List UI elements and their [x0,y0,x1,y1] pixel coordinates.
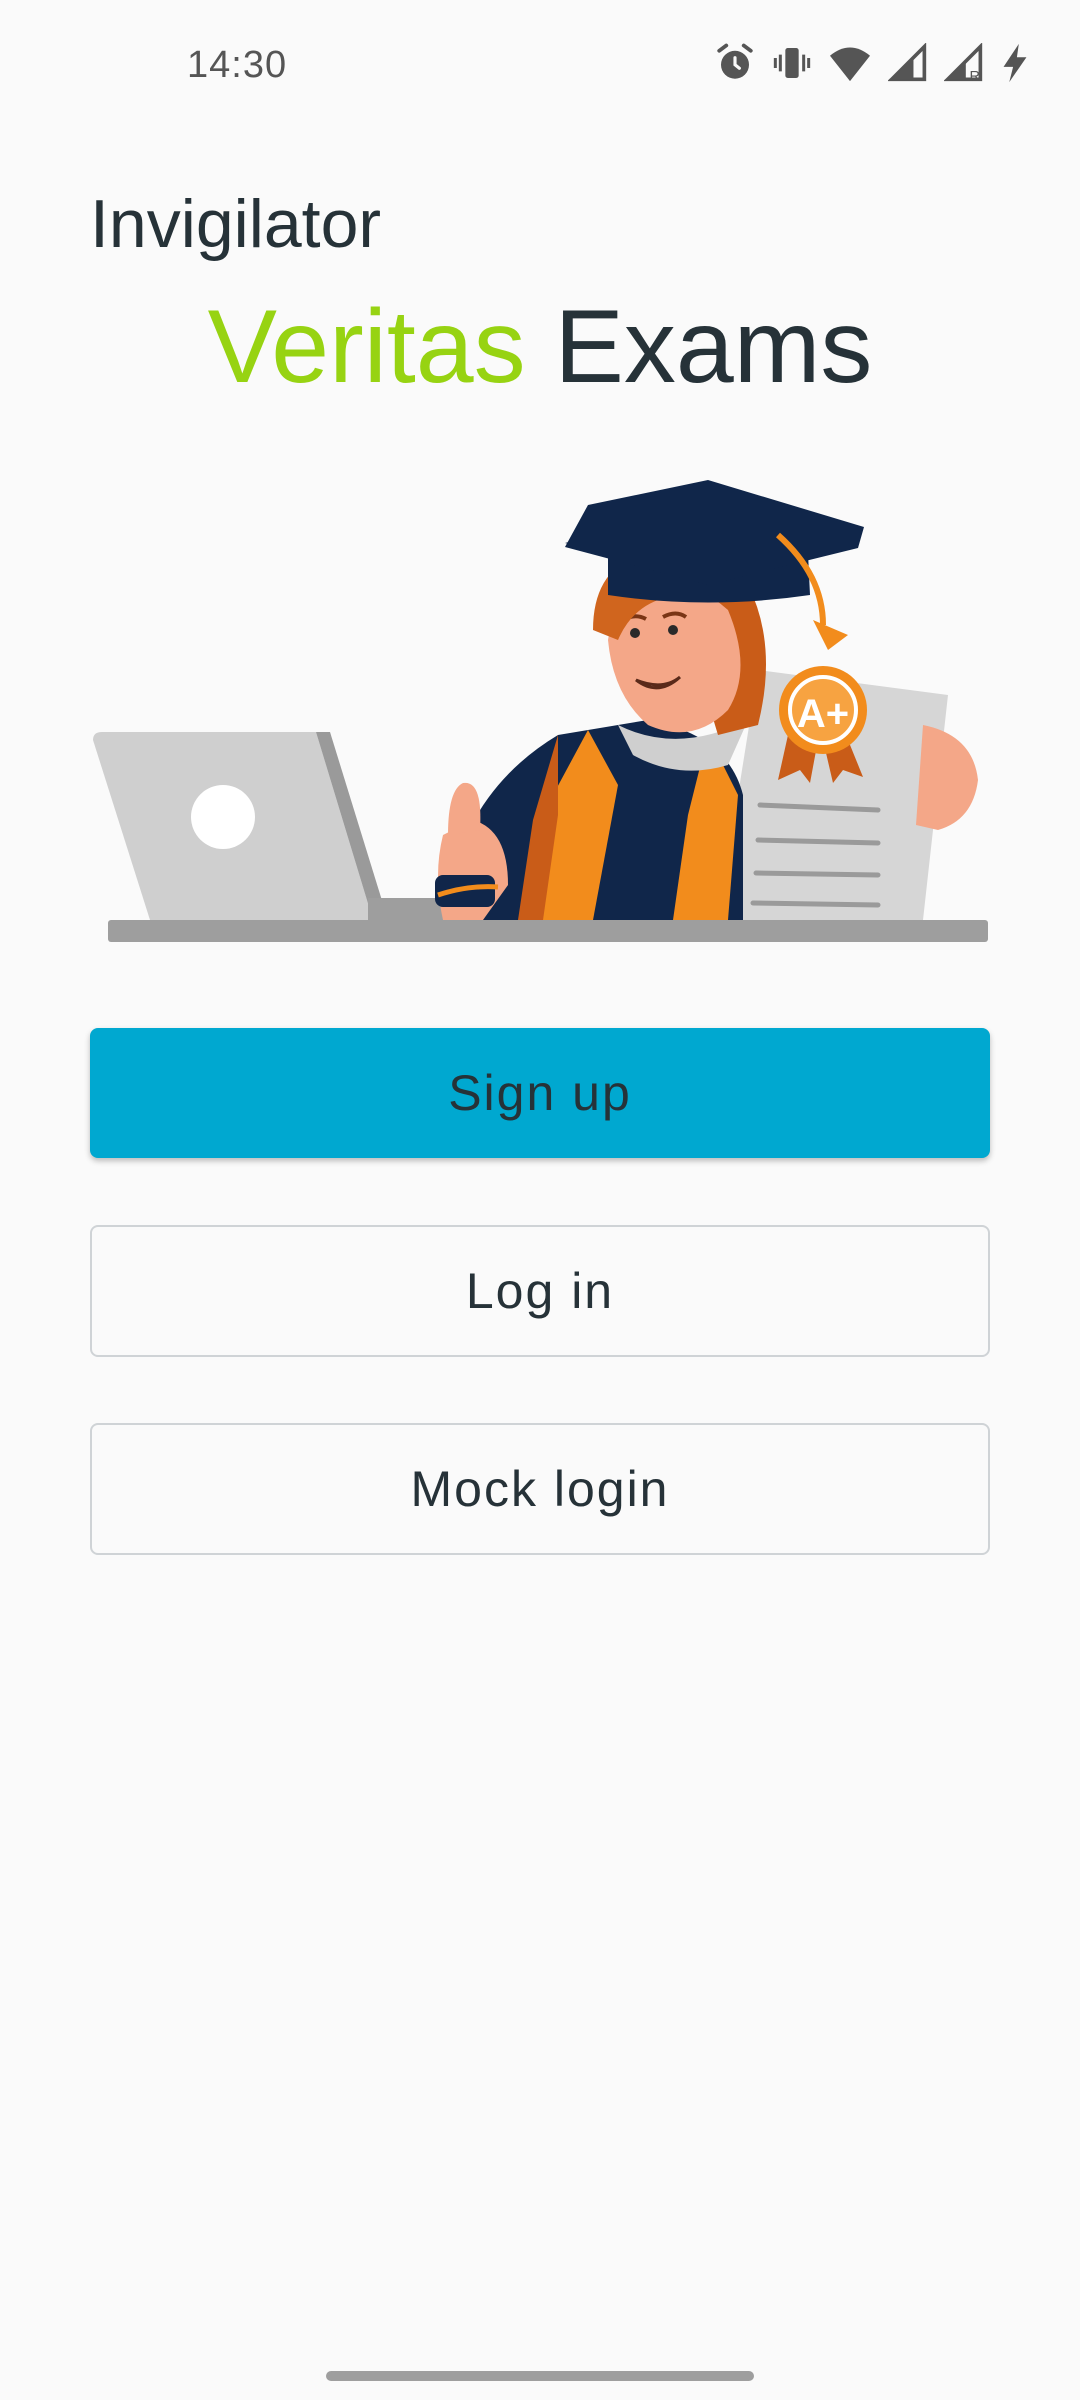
sign-up-button[interactable]: Sign up [90,1028,990,1158]
status-bar: 14:30 R [0,0,1080,135]
svg-text:R: R [969,69,980,83]
signal-roaming-icon: R [944,43,983,83]
app-title-rest: Exams [554,289,873,405]
signal-icon [888,43,927,82]
navigation-handle[interactable] [326,2371,754,2381]
holding-hand [916,725,978,830]
grade-badge-text: A+ [797,692,849,736]
wifi-icon [830,47,870,82]
mock-login-button[interactable]: Mock login [90,1423,990,1555]
status-time: 14:30 [187,44,288,86]
vibrate-icon [773,48,811,78]
role-label: Invigilator [90,186,382,262]
graduate-illustration: A+ [93,480,988,942]
app-title-accent: Veritas [207,289,526,405]
app-title: Veritas Exams [0,295,1080,399]
log-in-button[interactable]: Log in [90,1225,990,1357]
status-icons: R [714,42,1030,84]
charging-icon [1003,43,1027,83]
desk-shape [108,920,988,942]
alarm-icon [717,43,753,79]
